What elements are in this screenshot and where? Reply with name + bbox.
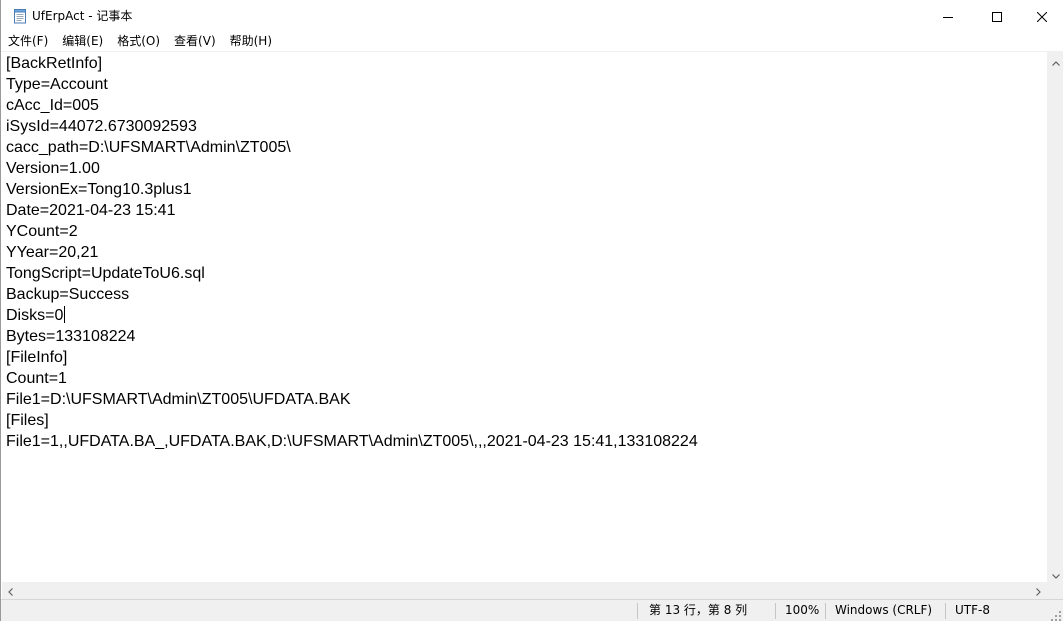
horizontal-scrollbar[interactable] [2,582,1047,599]
text-line[interactable]: YCount=2 [6,221,698,242]
text-caret [64,306,66,323]
encoding: UTF-8 [955,603,990,617]
text-line[interactable]: cAcc_Id=005 [6,95,698,116]
minimize-button[interactable] [925,0,971,32]
text-line[interactable]: Count=1 [6,368,698,389]
notepad-icon[interactable] [12,8,28,24]
scroll-up-button[interactable] [1047,52,1063,69]
chevron-right-icon [1036,581,1041,600]
current-line-text[interactable]: Disks=0 [6,307,63,324]
text-line[interactable]: File1=1,,UFDATA.BA_,UFDATA.BAK,D:\UFSMAR… [6,431,698,452]
text-editor[interactable]: [BackRetInfo] Type=Account cAcc_Id=005 i… [2,52,1047,582]
status-separator [637,603,638,619]
chevron-up-icon [1051,51,1060,70]
text-line[interactable]: VersionEx=Tong10.3plus1 [6,179,698,200]
menu-bar: 文件(F) 编辑(E) 格式(O) 查看(V) 帮助(H) [1,32,1063,51]
line-ending: Windows (CRLF) [835,603,933,617]
menu-file[interactable]: 文件(F) [1,32,55,51]
scroll-right-button[interactable] [1030,582,1047,599]
text-line[interactable]: Type=Account [6,74,698,95]
text-line[interactable]: [BackRetInfo] [6,53,698,74]
text-line[interactable]: Bytes=133108224 [6,326,698,347]
cursor-position: 第 13 行，第 8 列 [649,603,748,617]
scroll-down-button[interactable] [1047,565,1063,582]
close-button[interactable] [1019,0,1063,32]
notepad-window: UfErpAct - 记事本 文件(F) 编辑(E) 格式(O) 查看(V) 帮… [0,0,1063,621]
scroll-left-button[interactable] [2,582,19,599]
text-line[interactable]: YYear=20,21 [6,242,698,263]
title-bar[interactable]: UfErpAct - 记事本 [1,0,1063,32]
status-bar: 第 13 行，第 8 列 100% Windows (CRLF) UTF-8 [1,599,1063,621]
close-icon [1036,7,1048,26]
menu-format[interactable]: 格式(O) [110,32,167,51]
vertical-scrollbar[interactable] [1047,52,1063,582]
chevron-left-icon [8,581,13,600]
text-line[interactable]: Date=2021-04-23 15:41 [6,200,698,221]
editor-content[interactable]: [BackRetInfo] Type=Account cAcc_Id=005 i… [6,53,698,452]
zoom-level: 100% [785,603,820,617]
text-line[interactable]: File1=D:\UFSMART\Admin\ZT005\UFDATA.BAK [6,389,698,410]
text-line[interactable]: TongScript=UpdateToU6.sql [6,263,698,284]
text-line[interactable]: Version=1.00 [6,158,698,179]
scrollbar-corner [1047,582,1063,599]
menu-view[interactable]: 查看(V) [167,32,223,51]
text-line[interactable]: [Files] [6,410,698,431]
status-separator [825,603,826,619]
text-line[interactable]: cacc_path=D:\UFSMART\Admin\ZT005\ [6,137,698,158]
text-line[interactable]: iSysId=44072.6730092593 [6,116,698,137]
window-title: UfErpAct - 记事本 [32,9,133,23]
menu-edit[interactable]: 编辑(E) [55,32,110,51]
text-line-current[interactable]: Disks=0 [6,305,698,326]
minimize-icon [943,7,953,26]
text-line[interactable]: [FileInfo] [6,347,698,368]
text-line[interactable]: Backup=Success [6,284,698,305]
status-separator [775,603,776,619]
maximize-button[interactable] [974,0,1020,32]
menu-help[interactable]: 帮助(H) [223,32,279,51]
chevron-down-icon [1051,564,1060,583]
status-separator [945,603,946,619]
maximize-icon [992,7,1002,26]
resize-grip-icon[interactable] [1050,607,1062,621]
